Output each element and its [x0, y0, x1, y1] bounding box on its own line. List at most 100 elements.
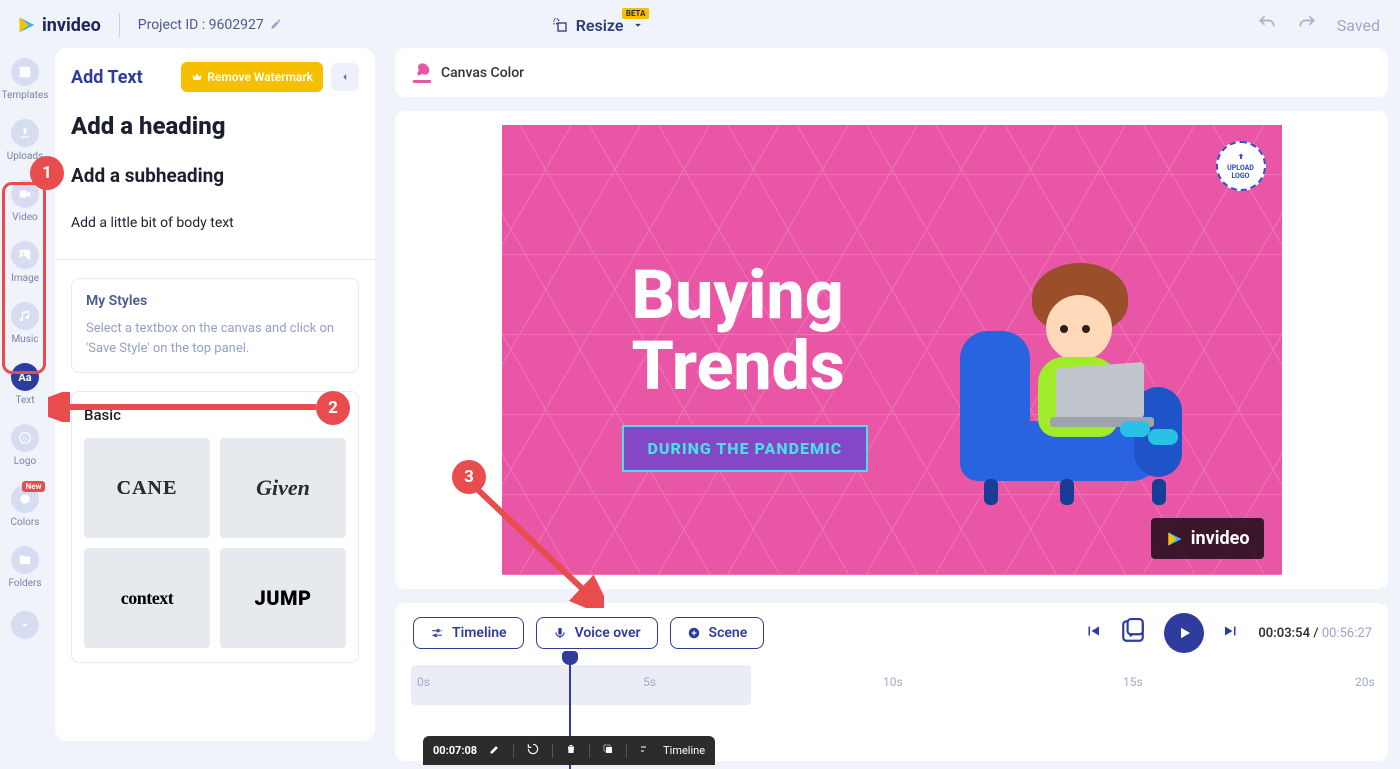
play-button[interactable] — [1164, 613, 1204, 653]
chevron-down-icon — [631, 18, 645, 32]
saved-status: Saved — [1337, 16, 1380, 35]
timeline-clip[interactable] — [411, 665, 751, 705]
canvas-toolbar: Canvas Color — [395, 48, 1388, 97]
ruler-20s: 20s — [1355, 675, 1375, 689]
svg-text:G: G — [23, 436, 27, 442]
rail-uploads[interactable]: Uploads — [7, 119, 43, 162]
rail-label: Colors — [11, 517, 40, 528]
basic-styles-box: Basic CANE Given context JUMP — [71, 391, 359, 663]
chevron-down-icon — [18, 618, 32, 632]
left-rail: Templates Uploads Video Image Music Aa T… — [0, 50, 50, 751]
timeline-button[interactable]: Timeline — [413, 617, 524, 649]
rail-label: Text — [15, 395, 34, 406]
rail-templates[interactable]: Templates — [2, 58, 49, 101]
basic-title: Basic — [84, 406, 121, 424]
time-display: 00:03:54 / 00:56:27 — [1258, 626, 1372, 641]
style-card-given[interactable]: Given — [220, 438, 346, 538]
upload-icon — [1235, 152, 1247, 164]
ruler-15s: 15s — [1123, 675, 1143, 689]
brand-text: invideo — [42, 15, 101, 36]
divider — [119, 13, 120, 37]
sliders-icon — [430, 626, 444, 640]
canvas-area: Canvas Color Buying Trends DURING THE PA… — [395, 48, 1388, 741]
play-scene-icon[interactable] — [1120, 618, 1146, 648]
rail-label: Folders — [8, 578, 41, 589]
rail-video[interactable]: Video — [11, 180, 39, 223]
text-panel: Add Text Remove Watermark Add a heading … — [55, 48, 375, 741]
chevron-left-icon — [338, 70, 352, 84]
rail-label: Music — [11, 334, 38, 345]
add-heading-button[interactable]: Add a heading — [71, 112, 359, 140]
my-styles-title: My Styles — [86, 293, 344, 309]
plus-circle-icon — [687, 626, 701, 640]
rail-colors[interactable]: New Colors — [11, 485, 40, 528]
voiceover-button[interactable]: Voice over — [536, 617, 658, 649]
video-icon — [11, 180, 39, 208]
logo-icon — [1165, 529, 1185, 549]
collapse-panel-button[interactable] — [331, 63, 359, 91]
paint-icon — [413, 62, 431, 83]
text-icon: Aa — [11, 363, 39, 391]
prev-scene-icon[interactable] — [1084, 622, 1102, 644]
rail-label: Logo — [14, 456, 36, 467]
rail-folders[interactable]: Folders — [8, 546, 41, 589]
watermark: invideo — [1151, 518, 1264, 559]
style-card-jump[interactable]: JUMP — [220, 548, 346, 648]
logo-icon — [16, 14, 38, 36]
topbar: invideo Project ID : 9602927 Resize BETA… — [0, 0, 1400, 50]
hero-text[interactable]: Buying Trends — [632, 260, 845, 403]
remove-watermark-label: Remove Watermark — [207, 70, 313, 84]
remove-watermark-button[interactable]: Remove Watermark — [181, 62, 323, 92]
next-scene-icon[interactable] — [1222, 622, 1240, 644]
divider — [55, 259, 375, 260]
rail-logo[interactable]: G Logo — [11, 424, 39, 467]
character-illustration — [960, 241, 1190, 501]
my-styles-box: My Styles Select a textbox on the canvas… — [71, 278, 359, 373]
add-body-button[interactable]: Add a little bit of body text — [71, 215, 359, 231]
add-subheading-button[interactable]: Add a subheading — [71, 164, 359, 187]
rail-text[interactable]: Aa Text — [11, 363, 39, 406]
templates-icon — [11, 58, 39, 86]
rail-music[interactable]: Music — [11, 302, 39, 345]
rail-label: Templates — [2, 90, 49, 101]
rail-label: Uploads — [7, 151, 43, 162]
preview-box: Buying Trends DURING THE PANDEMIC UPLOAD… — [395, 111, 1388, 589]
canvas[interactable]: Buying Trends DURING THE PANDEMIC UPLOAD… — [502, 125, 1282, 575]
my-styles-description: Select a textbox on the canvas and click… — [86, 319, 344, 358]
rail-label: Video — [12, 212, 37, 223]
ruler-0s: 0s — [417, 675, 430, 689]
resize-label: Resize — [576, 16, 624, 35]
new-badge: New — [22, 481, 46, 492]
brand-logo[interactable]: invideo — [16, 14, 101, 36]
resize-icon — [552, 17, 568, 33]
image-icon — [11, 241, 39, 269]
crown-icon — [191, 71, 203, 83]
logo-icon: G — [11, 424, 39, 452]
undo-icon[interactable] — [1257, 13, 1277, 37]
folders-icon — [11, 546, 39, 574]
style-card-context[interactable]: context — [84, 548, 210, 648]
project-id: Project ID : 9602927 — [138, 17, 264, 33]
bottom-panel: Timeline Voice over Scene 00:03:54 / 00:… — [395, 603, 1388, 761]
rail-expand[interactable] — [11, 611, 39, 639]
resize-button[interactable]: Resize BETA — [552, 16, 646, 35]
ruler-10s: 10s — [883, 675, 903, 689]
top-right: Saved — [1257, 13, 1380, 37]
rail-label: Image — [11, 273, 39, 284]
chevron-right-icon[interactable] — [330, 407, 346, 423]
ruler-5s: 5s — [643, 675, 656, 689]
upload-logo-placeholder[interactable]: UPLOAD LOGO — [1216, 141, 1266, 191]
canvas-color-button[interactable]: Canvas Color — [413, 62, 524, 83]
timeline-track[interactable]: 0s 5s 10s 15s 20s — [411, 665, 1372, 705]
music-icon — [11, 302, 39, 330]
redo-icon[interactable] — [1297, 13, 1317, 37]
play-controls: 00:03:54 / 00:56:27 — [1084, 613, 1372, 653]
rail-image[interactable]: Image — [11, 241, 39, 284]
edit-project-id-icon[interactable] — [270, 18, 282, 33]
mic-icon — [553, 626, 567, 640]
hero-subline[interactable]: DURING THE PANDEMIC — [622, 425, 869, 472]
canvas-color-label: Canvas Color — [441, 65, 524, 81]
style-card-cane[interactable]: CANE — [84, 438, 210, 538]
add-scene-button[interactable]: Scene — [670, 617, 765, 649]
uploads-icon — [11, 119, 39, 147]
